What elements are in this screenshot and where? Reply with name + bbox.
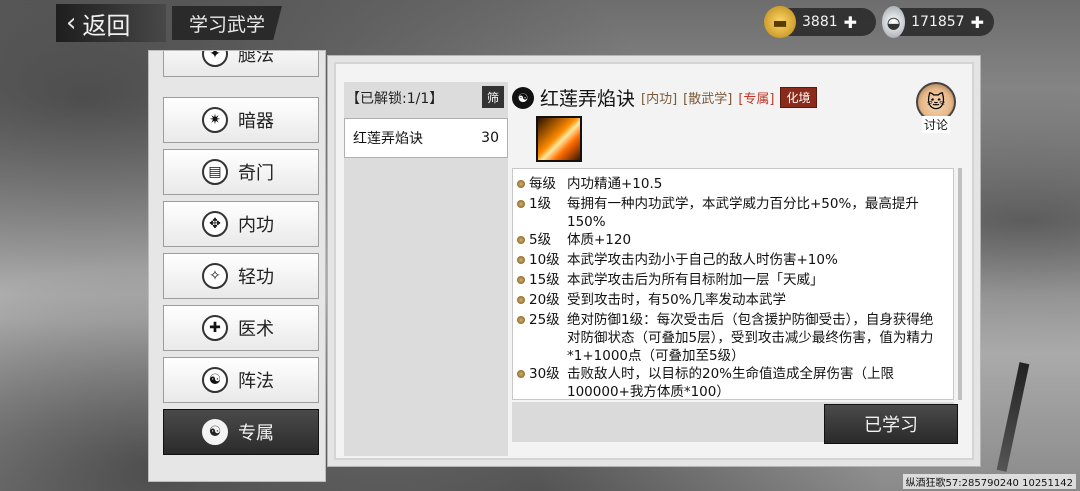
effect-row: 5级 体质+120: [517, 231, 939, 249]
effect-text: 本武学攻击内劲小于自己的敌人时伤害+10%: [567, 252, 838, 268]
learned-button[interactable]: 已学习: [824, 404, 958, 444]
back-button[interactable]: ‹ 返回: [56, 4, 166, 42]
effect-level: 每级: [529, 176, 556, 192]
category-medicine[interactable]: ✚ 医术: [163, 305, 319, 351]
bullet-icon: [517, 370, 525, 378]
shuriken-icon: ✷: [202, 107, 228, 133]
category-label: 腿法: [238, 50, 274, 66]
bullet-icon: [517, 296, 525, 304]
skill-header: ☯ 红莲弄焰诀 [内功] [散武学] [专属] 化境: [512, 84, 817, 111]
filter-button[interactable]: 筛: [482, 86, 504, 108]
page-title: 学习武学: [172, 6, 282, 40]
yin-yang-icon: ☯: [202, 419, 228, 445]
effect-text: 受到攻击时，有50%几率发动本武学: [567, 292, 787, 308]
effect-text: 每拥有一种内功武学，本武学威力百分比+50%，最高提升150%: [567, 196, 919, 230]
effect-level: 20级: [529, 292, 560, 308]
top-bar: ‹ 返回 学习武学 ▬ 3881 ✚ ◒ 171857 ✚: [0, 0, 1080, 46]
skill-image: [536, 116, 582, 162]
skill-row-name: 红莲弄焰诀: [353, 131, 423, 147]
effect-row: 25级 绝对防御1级：每次受击后（包含援护防御受击），自身获得绝对防御状态（可叠…: [517, 311, 939, 365]
category-formation[interactable]: ☯ 阵法: [163, 357, 319, 403]
category-leg[interactable]: ✦ 腿法: [163, 50, 319, 77]
effect-level: 5级: [529, 232, 552, 248]
category-label: 奇门: [238, 163, 274, 184]
category-qimen[interactable]: ▤ 奇门: [163, 149, 319, 195]
scroll-icon: ▤: [202, 159, 228, 185]
meditation-icon: ☯: [512, 86, 534, 109]
effect-level: 15级: [529, 272, 560, 288]
gold-ingot-icon: ▬: [764, 6, 796, 38]
discuss-label: 讨论: [921, 116, 950, 133]
category-hidden-weapon[interactable]: ✷ 暗器: [163, 97, 319, 143]
category-label: 内功: [238, 215, 274, 236]
category-qinggong[interactable]: ✧ 轻功: [163, 253, 319, 299]
realm-badge: 化境: [780, 87, 817, 108]
effect-text: 本武学攻击后为所有目标附加一层「天威」: [567, 272, 824, 288]
running-icon: ✧: [202, 263, 228, 289]
yin-yang-icon: ☯: [202, 367, 228, 393]
category-label: 暗器: [238, 111, 274, 132]
category-label: 专属: [238, 423, 274, 444]
leg-icon: ✦: [202, 51, 228, 67]
back-label: 返回: [82, 11, 131, 40]
effect-level: 30级: [529, 366, 560, 382]
bullet-icon: [517, 316, 525, 324]
bullet-icon: [517, 180, 525, 188]
effect-row: 每级 内功精通+10.5: [517, 175, 939, 193]
effect-row: 20级 受到攻击时，有50%几率发动本武学: [517, 291, 939, 309]
silver-currency: ◒ 171857 ✚: [882, 6, 994, 38]
gold-currency: ▬ 3881 ✚: [764, 6, 876, 38]
skill-description[interactable]: 每级 内功精通+10.5 1级 每拥有一种内功武学，本武学威力百分比+50%，最…: [512, 168, 954, 400]
tag-exclusive: [专属]: [738, 92, 775, 107]
effect-text: 击败敌人时，以目标的20%生命值造成全屏伤害（上限100000+我方体质*100…: [567, 366, 895, 400]
bullet-icon: [517, 200, 525, 208]
category-neigong[interactable]: ✥ 内功: [163, 201, 319, 247]
chevron-left-icon: ‹: [66, 8, 77, 38]
add-silver-button[interactable]: ✚: [971, 13, 984, 32]
gold-amount: 3881: [802, 14, 838, 30]
category-label: 医术: [238, 319, 274, 340]
meditation-icon: ✥: [202, 211, 228, 237]
category-exclusive[interactable]: ☯ 专属: [163, 409, 319, 455]
list-item[interactable]: 红莲弄焰诀 30: [344, 118, 508, 158]
skill-title: 红莲弄焰诀: [540, 88, 636, 110]
silver-amount: 171857: [911, 14, 965, 30]
description-scrollbar[interactable]: [958, 168, 962, 400]
effect-level: 10级: [529, 252, 560, 268]
silver-ingot-icon: ◒: [882, 6, 906, 38]
skill-row-level: 30: [481, 130, 499, 146]
category-label: 轻功: [238, 267, 274, 288]
unlock-count: 【已解锁:1/1】: [346, 91, 444, 107]
discuss-button[interactable]: 🐱 讨论: [910, 82, 962, 138]
add-gold-button[interactable]: ✚: [844, 13, 857, 32]
medical-cross-icon: ✚: [202, 315, 228, 341]
tag-scattered: [散武学]: [683, 92, 733, 107]
player-id-label: 纵酒狂歌57:285790240 10251142: [902, 474, 1076, 489]
bullet-icon: [517, 276, 525, 284]
category-list[interactable]: ✦ 腿法 ✷ 暗器 ▤ 奇门 ✥ 内功 ✧ 轻功 ✚ 医术 ☯ 阵法 ☯ 专属: [148, 50, 326, 482]
effect-row: 30级 击败敌人时，以目标的20%生命值造成全屏伤害（上限100000+我方体质…: [517, 365, 939, 400]
skill-panel: 【已解锁:1/1】 筛 红莲弄焰诀 30 ☯ 红莲弄焰诀 [内功] [散武学] …: [334, 62, 974, 460]
effect-row: 1级 每拥有一种内功武学，本武学威力百分比+50%，最高提升150%: [517, 195, 939, 231]
effect-row: 15级 本武学攻击后为所有目标附加一层「天威」: [517, 271, 939, 289]
bullet-icon: [517, 236, 525, 244]
category-label: 阵法: [238, 371, 274, 392]
bullet-icon: [517, 256, 525, 264]
effect-text: 内功精通+10.5: [567, 176, 663, 192]
effect-level: 25级: [529, 312, 560, 328]
effect-row: 10级 本武学攻击内劲小于自己的敌人时伤害+10%: [517, 251, 939, 269]
effect-text: 绝对防御1级：每次受击后（包含援护防御受击），自身获得绝对防御状态（可叠加5层）…: [567, 312, 934, 364]
effect-text: 体质+120: [567, 232, 632, 248]
effect-level: 1级: [529, 196, 552, 212]
tag-neigong: [内功]: [641, 92, 678, 107]
